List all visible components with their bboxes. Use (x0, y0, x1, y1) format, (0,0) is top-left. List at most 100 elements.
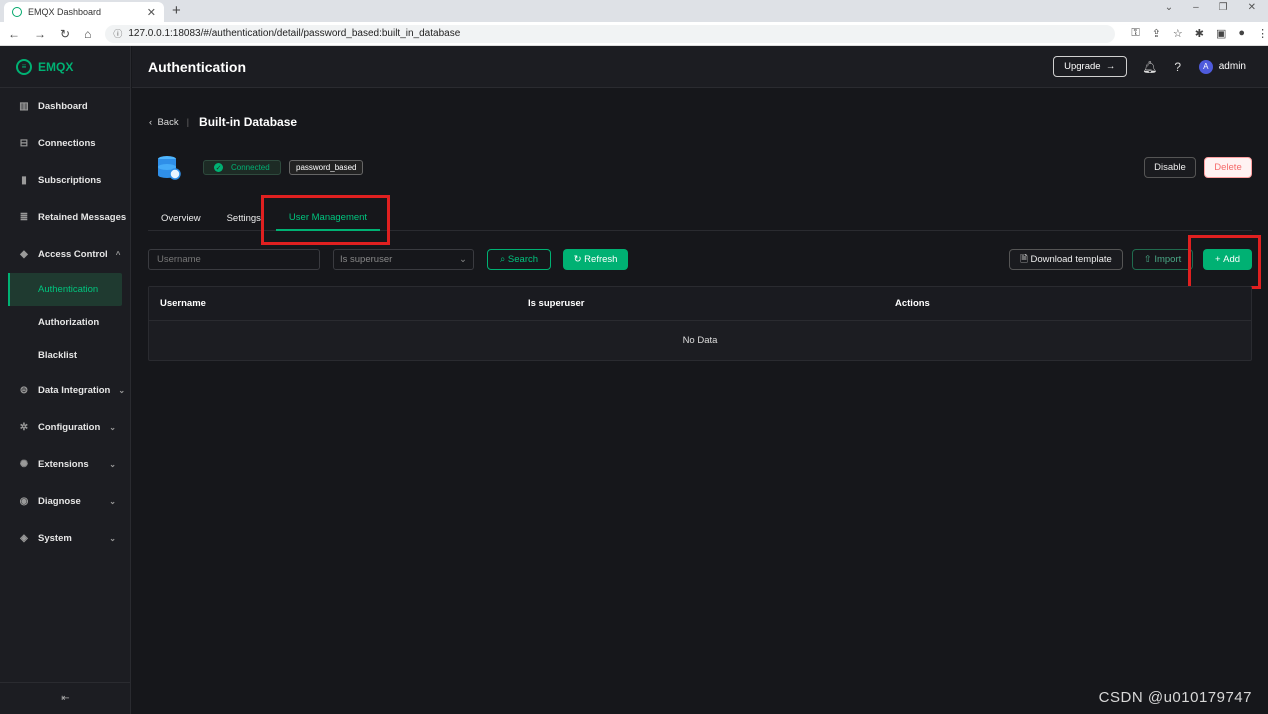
url-field[interactable]: ⓘ 127.0.0.1:18083/#/authentication/detai… (105, 24, 1116, 43)
username-input[interactable]: Username (148, 249, 320, 270)
chevron-up-icon: ^ (115, 250, 121, 259)
table-header: Username Is superuser Actions (149, 287, 1251, 321)
window-controls: ⌄ – ❐ ✕ (1165, 2, 1256, 13)
sidebar-item-authorization[interactable]: Authorization (0, 306, 130, 339)
refresh-button[interactable]: ↻ Refresh (563, 249, 628, 270)
back-link[interactable]: ‹ Back (149, 117, 179, 128)
address-bar: ← → ↻ ⌂ ⓘ 127.0.0.1:18083/#/authenticati… (0, 22, 1268, 46)
sidebar-item-retained-messages[interactable]: ≣ Retained Messages (0, 199, 130, 236)
close-tab-icon[interactable]: ✕ (147, 6, 156, 19)
chevron-down-icon[interactable]: ⌄ (1165, 2, 1173, 13)
sidebar-item-configuration[interactable]: ✲ Configuration ⌄ (0, 409, 130, 446)
sidebar-item-connections[interactable]: ⊟ Connections (0, 125, 130, 162)
share-icon[interactable]: ⇪ (1152, 27, 1161, 40)
sidebar-item-diagnose[interactable]: ◉ Diagnose ⌄ (0, 483, 130, 520)
chevron-down-icon: ⌄ (118, 386, 126, 395)
delete-button[interactable]: Delete (1204, 157, 1252, 178)
sidebar-item-blacklist[interactable]: Blacklist (0, 339, 130, 372)
upload-icon: ⇧ (1143, 254, 1152, 265)
restore-icon[interactable]: ❐ (1219, 2, 1228, 13)
breadcrumb-separator: | (186, 116, 190, 128)
logo-text: EMQX (38, 59, 74, 74)
browser-tab[interactable]: EMQX Dashboard ✕ (4, 2, 164, 22)
chevron-down-icon: ⌄ (109, 460, 116, 469)
new-tab-button[interactable]: + (172, 2, 181, 19)
avatar[interactable]: A (1198, 59, 1213, 74)
integration-icon: ⊜ (19, 385, 29, 396)
column-header-actions: Actions (895, 298, 930, 309)
forward-arrow-icon[interactable]: → (34, 27, 46, 41)
sidebar-item-data-integration[interactable]: ⊜ Data Integration ⌄ (0, 372, 130, 409)
extensions-puzzle-icon[interactable]: ✱ (1195, 27, 1204, 40)
page-header-title: Authentication (148, 58, 246, 75)
extensions-icon: ✺ (19, 459, 29, 470)
disable-button[interactable]: Disable (1144, 157, 1196, 178)
browser-tabbar: EMQX Dashboard ✕ + ⌄ – ❐ ✕ (0, 0, 1268, 22)
retained-icon: ≣ (19, 212, 29, 223)
system-icon: ◈ (20, 533, 28, 544)
help-icon[interactable]: ? (1171, 60, 1185, 74)
sidebar-item-extensions[interactable]: ✺ Extensions ⌄ (0, 446, 130, 483)
tab-overview[interactable]: Overview (148, 205, 214, 231)
emqx-logo[interactable]: ≡ EMQX (0, 46, 130, 88)
chevron-down-icon: ⌄ (459, 254, 467, 265)
database-icon (158, 156, 181, 180)
check-circle-icon: ✓ (214, 163, 223, 172)
column-header-is-superuser: Is superuser (528, 298, 585, 309)
star-icon[interactable]: ☆ (1173, 27, 1183, 40)
menu-kebab-icon[interactable]: ⋮ (1257, 27, 1268, 40)
collapse-sidebar-button[interactable]: ⇤ (0, 682, 131, 714)
chevron-down-icon: ⌄ (109, 534, 116, 543)
column-header-username: Username (160, 298, 206, 309)
table-empty-text: No Data (682, 335, 718, 346)
diagnose-icon: ◉ (19, 496, 29, 507)
reload-icon[interactable]: ↻ (60, 27, 70, 41)
emqx-favicon-icon (12, 7, 22, 17)
chevron-down-icon: ⌄ (109, 497, 116, 506)
header: Authentication Upgrade → 🔔︎ ? A admin (132, 46, 1268, 88)
back-arrow-icon[interactable]: ← (8, 27, 20, 41)
emqx-logo-icon: ≡ (16, 58, 32, 75)
download-template-button[interactable]: 🗎︎ Download template (1009, 249, 1123, 270)
users-table: Username Is superuser Actions No Data (148, 286, 1252, 361)
search-icon: ⌕ (499, 254, 506, 265)
sidebar-nav: ▥ Dashboard ⊟ Connections ▮ Subscriptions ≣… (0, 88, 130, 557)
search-button[interactable]: ⌕ Search (487, 249, 551, 270)
main-content: ‹ Back | Built-in Database ✓ Connected p… (132, 89, 1268, 714)
document-icon: 🗎︎ (1020, 253, 1028, 265)
breadcrumb: ‹ Back | Built-in Database (149, 115, 297, 129)
subscriptions-icon: ▮ (21, 175, 27, 186)
superuser-select[interactable]: Is superuser ⌄ (333, 249, 474, 270)
username-label[interactable]: admin (1219, 61, 1246, 72)
watermark: CSDN @u010179747 (1098, 689, 1252, 706)
highlight-box-add (1188, 235, 1261, 289)
chevron-down-icon: ⌄ (109, 423, 116, 432)
connections-icon: ⊟ (19, 138, 29, 149)
home-icon[interactable]: ⌂ (84, 27, 91, 41)
highlight-box-tab (261, 195, 390, 245)
profile-icon[interactable]: ● (1238, 27, 1245, 40)
status-badge: ✓ Connected (203, 160, 281, 175)
info-icon[interactable]: ⓘ (113, 27, 122, 40)
sidebar: ≡ EMQX ▥ Dashboard ⊟ Connections ▮ Subscrip… (0, 46, 131, 714)
arrow-right-icon: → (1105, 61, 1116, 72)
sidebar-item-access-control[interactable]: ◆ Access Control ^ (0, 236, 130, 273)
sidepanel-icon[interactable]: ▣ (1216, 27, 1226, 40)
dashboard-icon: ▥ (19, 101, 29, 112)
collapse-icon: ⇤ (61, 693, 70, 704)
sidebar-item-authentication[interactable]: Authentication (8, 273, 122, 306)
upgrade-button[interactable]: Upgrade → (1052, 56, 1127, 77)
key-icon[interactable]: ⚿ (1131, 27, 1139, 40)
minimize-icon[interactable]: – (1193, 2, 1199, 13)
sidebar-item-system[interactable]: ◈ System ⌄ (0, 520, 130, 557)
import-button[interactable]: ⇧ Import (1132, 249, 1193, 270)
bell-icon[interactable]: 🔔︎ (1142, 60, 1157, 74)
browser-tab-title: EMQX Dashboard (28, 7, 102, 17)
close-window-icon[interactable]: ✕ (1248, 2, 1256, 13)
url-text: 127.0.0.1:18083/#/authentication/detail/… (128, 28, 461, 39)
sidebar-item-subscriptions[interactable]: ▮ Subscriptions (0, 162, 130, 199)
chevron-left-icon: ‹ (149, 116, 153, 128)
shield-icon: ◆ (20, 249, 28, 260)
sidebar-item-dashboard[interactable]: ▥ Dashboard (0, 88, 130, 125)
refresh-icon: ↻ (573, 254, 582, 265)
